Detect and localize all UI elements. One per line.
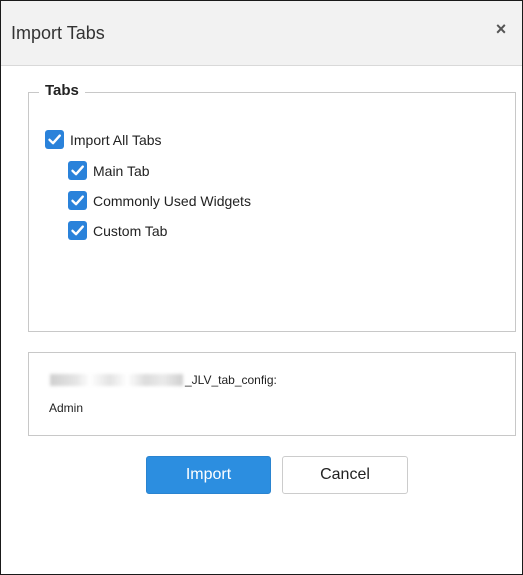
commonly-used-widgets-checkbox[interactable]: Commonly Used Widgets bbox=[68, 191, 251, 210]
config-info-box: _JLV_tab_config: Admin bbox=[28, 352, 516, 436]
tabs-legend: Tabs bbox=[39, 82, 85, 99]
config-user: Admin bbox=[49, 401, 84, 415]
main-tab-checkbox[interactable]: Main Tab bbox=[68, 161, 150, 180]
import-all-tabs-label: Import All Tabs bbox=[70, 131, 162, 148]
redacted-filename bbox=[50, 374, 183, 386]
import-button[interactable]: Import bbox=[146, 456, 271, 494]
checkmark-icon bbox=[68, 191, 87, 210]
config-file-name: _JLV_tab_config: bbox=[185, 373, 277, 387]
import-all-tabs-checkbox[interactable]: Import All Tabs bbox=[45, 130, 162, 149]
tabs-fieldset: Tabs Import All Tabs Main Tab Commonly U… bbox=[28, 82, 516, 332]
custom-tab-label: Custom Tab bbox=[93, 222, 168, 239]
import-tabs-dialog: Import Tabs × Tabs Import All Tabs Main … bbox=[0, 0, 523, 575]
cancel-button[interactable]: Cancel bbox=[282, 456, 408, 494]
custom-tab-checkbox[interactable]: Custom Tab bbox=[68, 221, 167, 240]
commonly-used-widgets-label: Commonly Used Widgets bbox=[93, 192, 251, 209]
checkmark-icon bbox=[45, 130, 64, 149]
checkmark-icon bbox=[68, 221, 87, 240]
dialog-title: Import Tabs bbox=[11, 23, 105, 43]
close-icon[interactable]: × bbox=[490, 18, 512, 40]
main-tab-label: Main Tab bbox=[93, 162, 150, 179]
checkmark-icon bbox=[68, 161, 87, 180]
dialog-header: Import Tabs × bbox=[1, 1, 522, 66]
